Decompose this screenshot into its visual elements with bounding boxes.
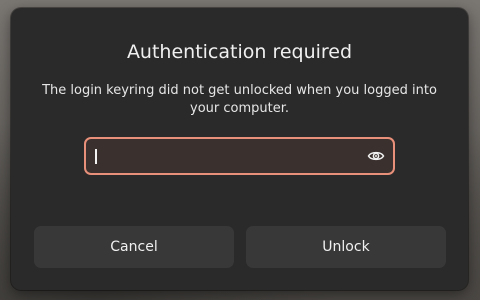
unlock-button[interactable]: Unlock xyxy=(246,226,446,268)
auth-dialog: Authentication required The login keyrin… xyxy=(11,8,468,290)
eye-icon[interactable] xyxy=(367,148,385,164)
password-field[interactable] xyxy=(84,137,395,175)
password-input[interactable] xyxy=(94,139,354,173)
dialog-message: The login keyring did not get unlocked w… xyxy=(42,83,437,116)
cancel-button[interactable]: Cancel xyxy=(34,226,234,268)
cancel-button-label: Cancel xyxy=(110,239,158,255)
dialog-title: Authentication required xyxy=(126,41,353,63)
text-caret xyxy=(95,149,97,164)
unlock-button-label: Unlock xyxy=(322,239,370,255)
